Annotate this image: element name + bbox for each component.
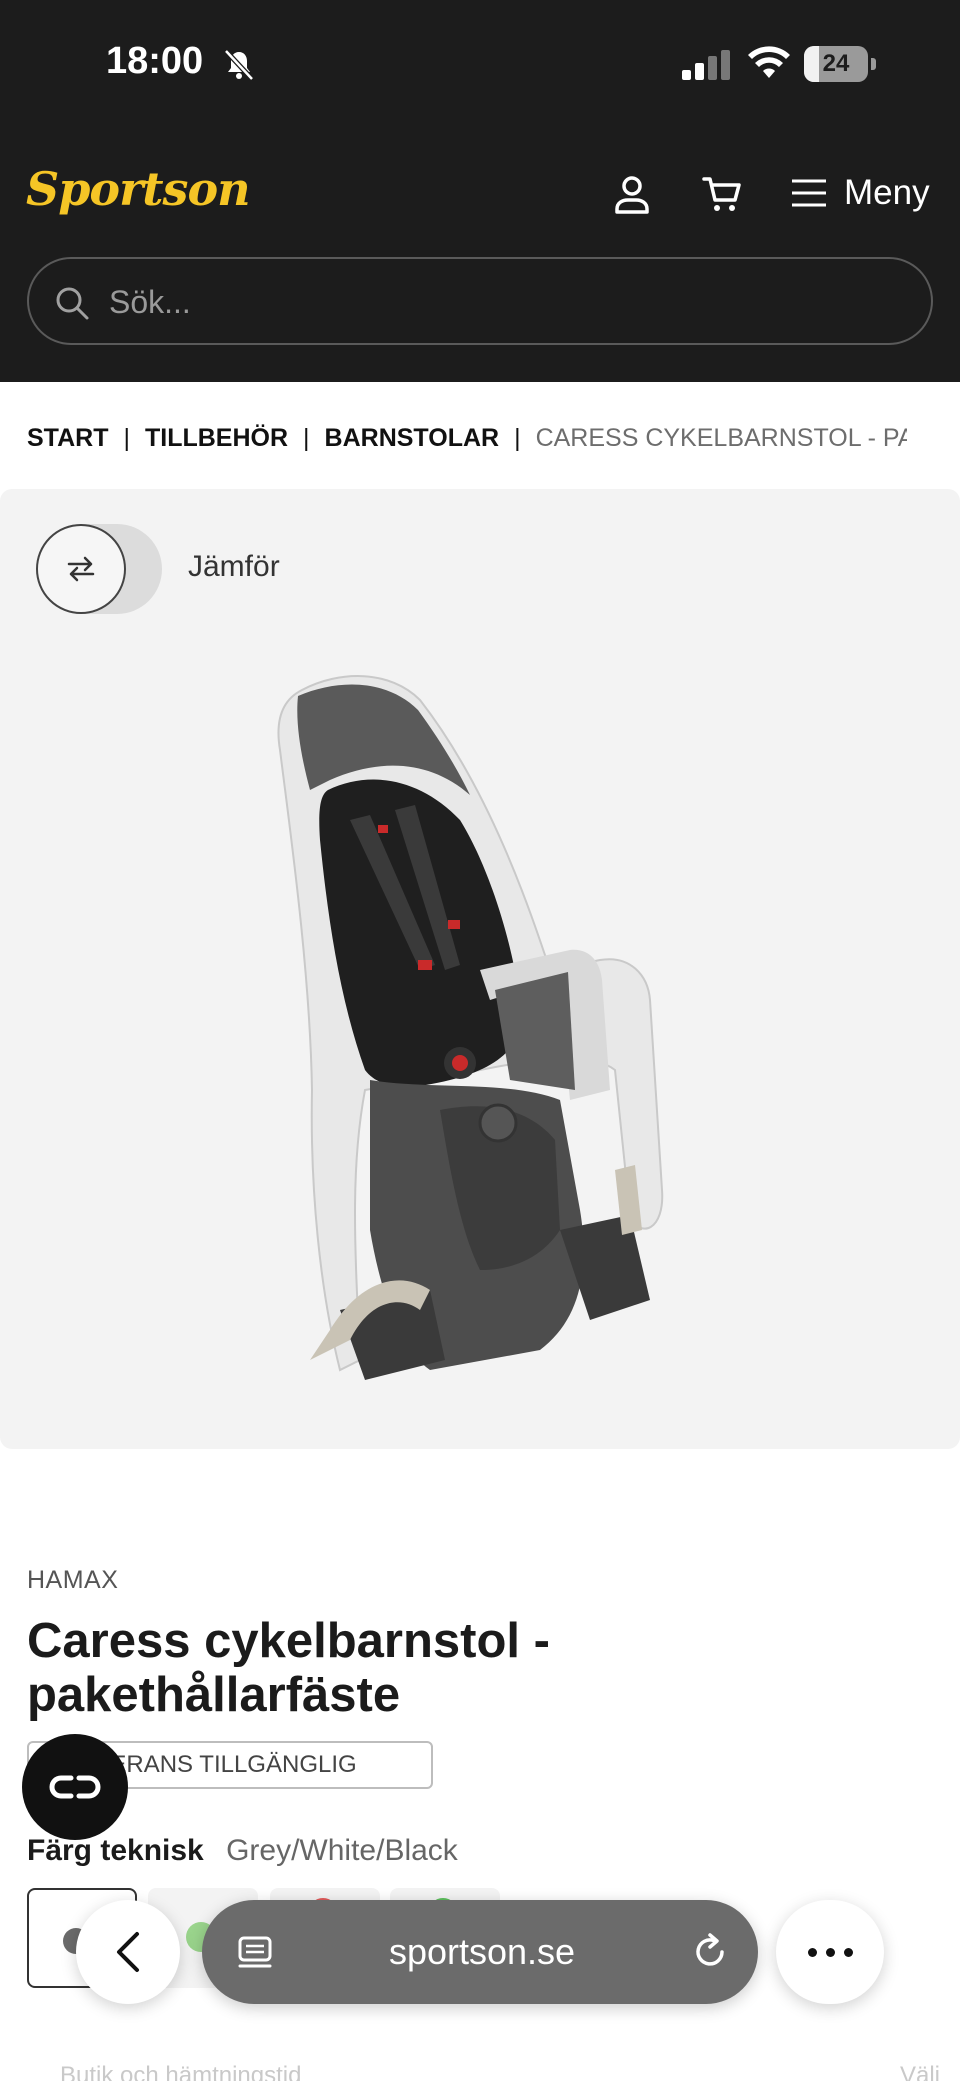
- battery-indicator: 24: [804, 46, 876, 82]
- url-text[interactable]: sportson.se: [302, 1900, 662, 2004]
- breadcrumb-separator: |: [123, 423, 130, 452]
- more-dot: [843, 1947, 853, 1957]
- color-label: Färg teknisk: [27, 1834, 204, 1867]
- color-value: Grey/White/Black: [226, 1834, 458, 1867]
- compare-toggle[interactable]: [36, 524, 162, 614]
- more-dot: [807, 1947, 817, 1957]
- menu-button[interactable]: Meny: [790, 168, 930, 218]
- search-icon: [56, 287, 89, 320]
- store-pickup-choose[interactable]: Välj: [900, 2062, 940, 2081]
- cellular-signal-icon: [682, 50, 730, 80]
- browser-address-bar[interactable]: sportson.se: [202, 1900, 758, 2004]
- chat-button[interactable]: [22, 1734, 128, 1840]
- compare-toggle-knob: [36, 524, 126, 614]
- link-chat-icon: [49, 1775, 101, 1799]
- browser-back-button[interactable]: [76, 1900, 180, 2004]
- battery-level: 24: [822, 50, 850, 77]
- menu-label: Meny: [844, 173, 930, 212]
- bell-muted-icon: [224, 49, 254, 81]
- tabs-icon[interactable]: [236, 1934, 274, 1972]
- more-dot: [825, 1947, 835, 1957]
- compare-label: Jämför: [188, 550, 280, 583]
- status-time: 18:00: [106, 40, 204, 82]
- color-selector-label: Färg teknisk Grey/White/Black: [27, 1834, 458, 1868]
- cart-icon[interactable]: [700, 172, 744, 216]
- product-brand[interactable]: HAMAX: [27, 1566, 118, 1595]
- breadcrumb-separator: |: [514, 423, 521, 452]
- chevron-left-icon: [117, 1932, 139, 1972]
- hamburger-icon: [792, 179, 826, 207]
- battery-body: 24: [804, 46, 868, 82]
- product-image: [277, 675, 664, 1380]
- more-options-button[interactable]: [776, 1900, 884, 2004]
- wifi-icon: [748, 46, 790, 78]
- product-title: Caress cykelbarnstol - pakethållarfäste: [27, 1614, 550, 1722]
- breadcrumb-current: CARESS CYKELBARNSTOL - PAKETHÅLLARFÄSTE: [535, 423, 907, 452]
- breadcrumb-start[interactable]: START: [27, 424, 108, 453]
- breadcrumb-separator: |: [303, 423, 310, 452]
- swap-arrows-icon: [67, 556, 95, 582]
- battery-nub: [871, 58, 876, 70]
- search-bar[interactable]: [27, 257, 933, 345]
- sportson-logo[interactable]: Sportson: [26, 162, 251, 216]
- breadcrumb-tillbehor[interactable]: TILLBEHÖR: [145, 424, 288, 453]
- user-icon[interactable]: [610, 172, 654, 216]
- store-pickup-label: Butik och hämtningstid: [60, 2062, 302, 2081]
- breadcrumb: START | TILLBEHÖR | BARNSTOLAR | CARESS …: [27, 418, 907, 458]
- breadcrumb-barnstolar[interactable]: BARNSTOLAR: [325, 424, 500, 453]
- search-input[interactable]: [109, 275, 889, 329]
- reload-icon[interactable]: [690, 1932, 730, 1972]
- store-pickup-row[interactable]: Butik och hämtningstid Välj: [60, 2062, 940, 2081]
